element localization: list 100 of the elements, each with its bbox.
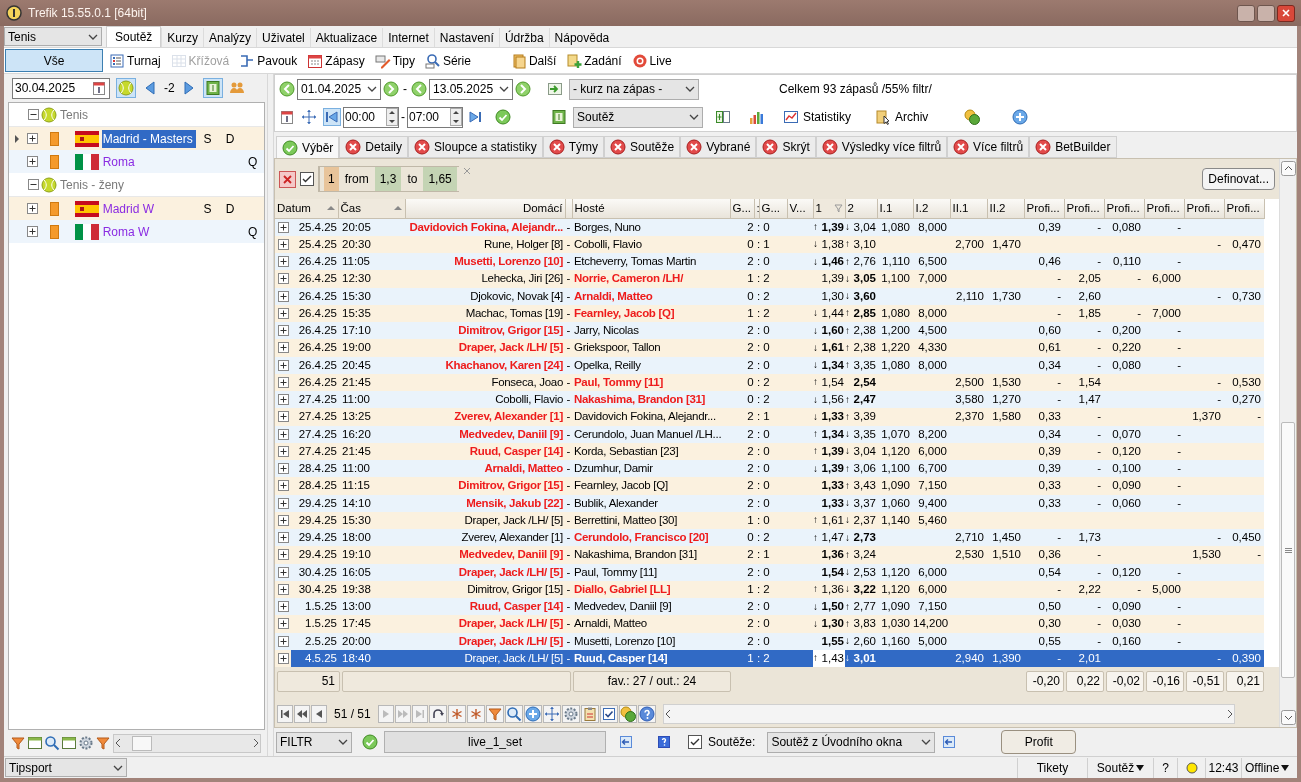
time-from-field[interactable]: 00:00 <box>343 106 399 128</box>
back-icon[interactable] <box>411 81 427 97</box>
checkbox[interactable] <box>300 172 314 186</box>
column-header[interactable]: 2 <box>845 199 877 218</box>
toolbar-button[interactable]: Další <box>507 51 560 70</box>
toolbar-button[interactable] <box>580 705 599 723</box>
status-item[interactable]: ? <box>1153 757 1177 778</box>
column-header[interactable]: II.1 <box>950 199 987 218</box>
forward-icon[interactable] <box>515 81 531 97</box>
toolbar-button[interactable] <box>447 705 466 723</box>
forward-icon[interactable] <box>383 81 399 97</box>
first-button[interactable] <box>323 108 341 126</box>
mode-select[interactable]: Offline <box>1241 757 1297 778</box>
column-header[interactable]: Profi... <box>1104 199 1144 218</box>
tree-item[interactable]: Roma <box>101 152 197 171</box>
back-icon[interactable] <box>279 81 295 97</box>
table-row[interactable]: 26.4.25 11:05 Musetti, Lorenzo [10] - Etcheverry, Tomas Martin 2 : 0 ↓ 1,46↑ 2,76 1,110 6,500 0,46 - 0,110 - <box>275 253 1264 271</box>
column-header[interactable]: Čas <box>338 199 405 218</box>
column-header[interactable]: Profi... <box>1064 199 1104 218</box>
table-row[interactable]: 26.4.25 17:10 Dimitrov, Grigor [15] - Jarry, Nicolas 2 : 0 ↓ 1,60↑ 2,38 1,200 4,500 0,60 - 0,200 - <box>275 322 1264 340</box>
expand-icon[interactable] <box>278 307 289 319</box>
toolbar-button[interactable]: Zápasy <box>304 51 368 70</box>
toolbar-button[interactable] <box>466 705 485 723</box>
expand-icon[interactable] <box>27 203 39 214</box>
toolbar-button[interactable] <box>618 705 637 723</box>
column-header[interactable]: Datum <box>275 199 338 218</box>
filter-tab[interactable]: Sloupce a statistiky <box>408 136 543 158</box>
expand-icon[interactable] <box>278 566 289 578</box>
confirm-icon[interactable] <box>495 109 511 125</box>
expand-icon[interactable] <box>278 325 289 337</box>
spinner-icon[interactable] <box>450 108 462 126</box>
tree-item[interactable]: Roma W <box>101 222 197 241</box>
competitions-select[interactable]: Soutěž z Úvodního okna <box>767 731 936 753</box>
filter-tab[interactable]: Více filtrů <box>947 136 1030 158</box>
column-header[interactable]: Profi... <box>1144 199 1184 218</box>
column-header[interactable]: G... <box>759 199 787 218</box>
expand-icon[interactable] <box>278 532 289 544</box>
expand-icon[interactable] <box>278 273 289 285</box>
column-header[interactable]: II.2 <box>987 199 1024 218</box>
horizontal-scrollbar[interactable] <box>662 704 1235 724</box>
menu-tab[interactable]: Soutěž <box>106 26 162 47</box>
expand-icon[interactable] <box>278 497 289 509</box>
minimize-button[interactable] <box>1237 4 1255 22</box>
expand-icon[interactable] <box>27 226 39 237</box>
scroll-up-icon[interactable] <box>1280 161 1296 176</box>
status-item[interactable]: Soutěž <box>1087 757 1153 778</box>
expand-icon[interactable] <box>278 618 289 630</box>
set-name-field[interactable]: live_1_set <box>384 731 606 753</box>
column-header[interactable]: I.1 <box>877 199 913 218</box>
last-icon[interactable] <box>467 109 483 125</box>
add-icon[interactable] <box>1012 109 1029 125</box>
statistics-button[interactable]: Statistiky <box>783 108 851 126</box>
horizontal-scrollbar[interactable] <box>113 733 261 753</box>
toolbar-button[interactable]: Pavouk <box>236 51 301 70</box>
import-icon[interactable] <box>547 81 563 97</box>
expand-icon[interactable] <box>278 549 289 561</box>
table-row[interactable]: 1.5.25 13:00 Ruud, Casper [14] - Medvedev, Daniil [9] 2 : 0 ↓ 1,50↑ 2,77 1,090 7,150 0,50 - 0,090 - <box>275 598 1264 616</box>
checkbox[interactable] <box>688 735 702 749</box>
calendar-icon[interactable] <box>279 109 295 125</box>
scrollbar-thumb[interactable] <box>1281 422 1295 678</box>
toolbar-button[interactable]: Tipy <box>371 51 418 70</box>
filter-tab[interactable]: Týmy <box>542 136 605 158</box>
filter-tab[interactable]: BetBuilder <box>1029 136 1117 158</box>
expand-icon[interactable] <box>278 342 289 354</box>
expand-icon[interactable] <box>278 635 289 647</box>
all-button[interactable]: Vše <box>5 49 103 72</box>
competition-select[interactable]: Soutěž <box>573 106 703 128</box>
money-button[interactable] <box>202 78 223 98</box>
time-to-field[interactable]: 07:00 <box>407 106 463 128</box>
toolbar-button[interactable]: Live <box>628 51 675 70</box>
table-row[interactable]: 29.4.25 19:10 Medvedev, Daniil [9] - Nakashima, Brandon [31] 2 : 1 1,36↑ 3,24 2,530 1,510 0,36 - 1,530 - <box>275 546 1264 564</box>
back-icon[interactable] <box>941 734 958 750</box>
odds-select[interactable]: - kurz na zápas - <box>569 78 699 100</box>
sport-select[interactable]: Tenis <box>4 27 102 46</box>
expand-icon[interactable] <box>27 133 39 144</box>
toolbar-button[interactable] <box>428 705 447 723</box>
column-header[interactable]: Domácí <box>405 199 565 218</box>
column-header[interactable]: I.2 <box>913 199 950 218</box>
expand-icon[interactable] <box>278 463 289 475</box>
expand-icon[interactable] <box>278 256 289 268</box>
table-row[interactable]: 28.4.25 11:00 Arnaldi, Matteo - Dzumhur, Damir 2 : 0 ↓ 1,39↑ 3,06 1,100 6,700 0,39 - 0,100 - <box>275 460 1264 478</box>
define-button[interactable]: Definovat... <box>1202 168 1275 190</box>
expand-icon[interactable] <box>278 290 289 302</box>
spinner-icon[interactable] <box>386 108 398 126</box>
expand-icon[interactable] <box>278 376 289 388</box>
expand-icon[interactable] <box>278 238 289 250</box>
date-to-field[interactable]: 13.05.2025 <box>429 78 513 100</box>
settings-icon[interactable] <box>78 735 94 751</box>
filter-tab[interactable]: Skrýt <box>756 136 816 158</box>
date-field[interactable]: 30.04.2025 <box>12 77 110 99</box>
status-item[interactable]: Tikety <box>1017 757 1087 778</box>
table-row[interactable]: 1.5.25 17:45 Draper, Jack /LH/ [5] - Arnaldi, Matteo 2 : 0 ↓ 1,30↑ 3,83 1,030 14,200 0,30 - 0,030 - <box>275 615 1264 633</box>
expand-icon[interactable] <box>27 156 39 167</box>
back-icon[interactable] <box>618 734 634 750</box>
expand-icon[interactable] <box>278 221 289 233</box>
fast-back-button[interactable] <box>294 705 310 723</box>
table-row[interactable]: 29.4.25 18:00 Zverev, Alexander [1] - Cerundolo, Francisco [20] 0 : 2 ↑ 1,47↓ 2,73 2,710 1,450 - 1,73 - 0,450 <box>275 529 1264 547</box>
search-icon[interactable] <box>44 735 60 751</box>
expand-icon[interactable] <box>278 480 289 492</box>
confirm-icon[interactable] <box>362 734 378 750</box>
